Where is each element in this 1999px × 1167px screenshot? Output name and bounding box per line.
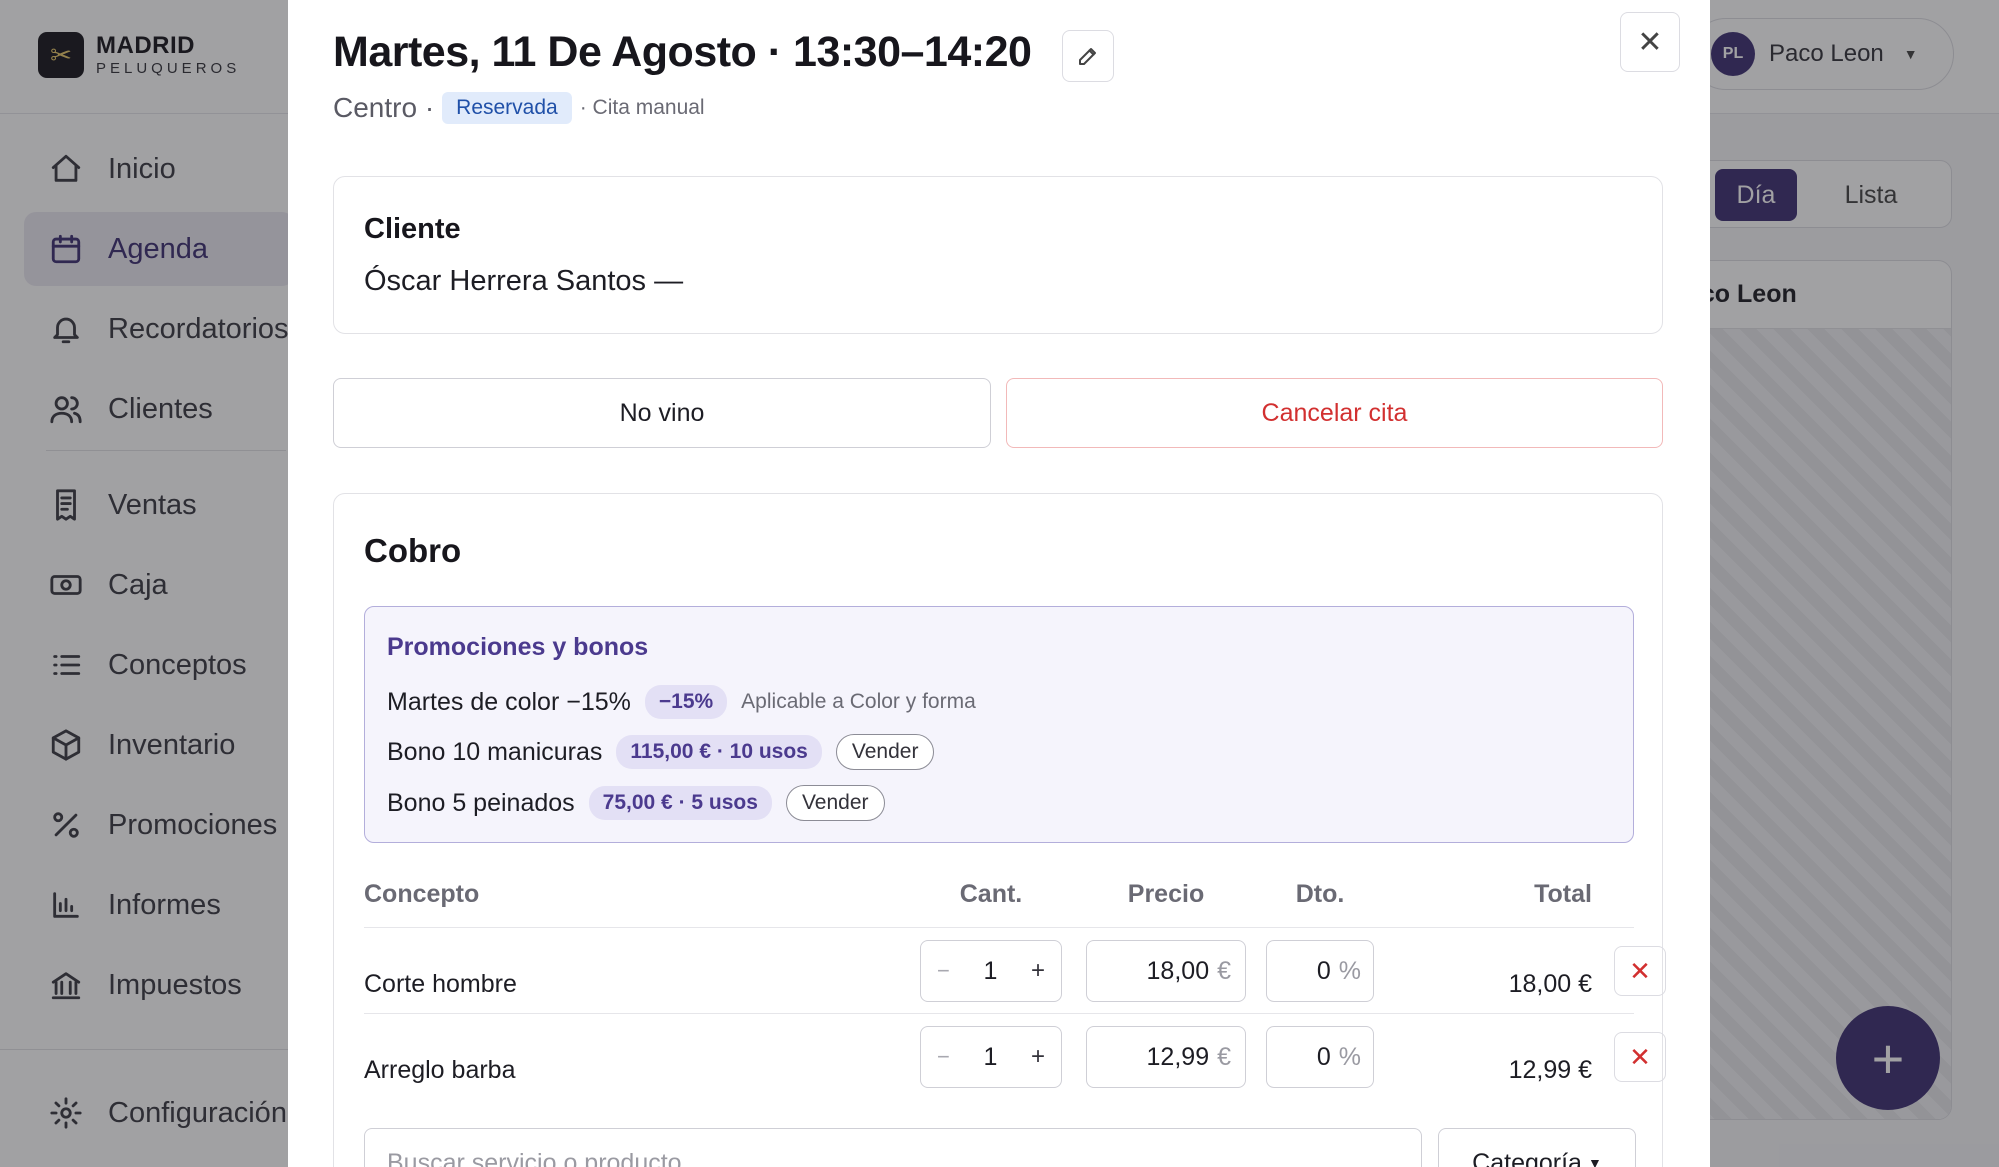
location-label: Centro · [333,92,435,123]
promo-item[interactable]: Martes de color −15% −15% Aplicable a Co… [387,685,976,719]
minus-icon[interactable]: − [937,1044,950,1070]
promo-name: Martes de color −15% [387,687,631,716]
promo-pill: −15% [644,685,728,719]
quantity-stepper[interactable]: − 1 + [920,1026,1062,1088]
caret-down-icon: ▼ [1587,1155,1602,1167]
column-total: Total [1534,880,1592,908]
cancel-appointment-button[interactable]: Cancelar cita [1006,378,1663,448]
edit-button[interactable] [1062,30,1114,82]
discount-input[interactable]: 0 % [1266,1026,1374,1088]
payment-heading: Cobro [364,532,462,569]
voucher-item: Bono 10 manicuras 115,00 € · 10 usos Ven… [387,734,935,770]
category-label: Categoría [1472,1148,1582,1167]
column-discount: Dto. [1295,880,1345,908]
plus-icon[interactable]: + [1031,957,1045,985]
pencil-icon [1079,48,1096,65]
appointment-modal: Martes, 11 De Agosto · 13:30–14:20 ✕ Cen… [288,0,1710,1167]
percent-unit: % [1338,1042,1361,1071]
close-button[interactable]: ✕ [1620,12,1680,72]
appointment-meta: Centro · Reservada · Cita manual [333,92,705,124]
minus-icon[interactable]: − [937,958,950,984]
close-icon: ✕ [1629,955,1651,986]
voucher-name: Bono 10 manicuras [387,737,603,766]
client-name[interactable]: Óscar Herrera Santos — [364,265,683,298]
line-concept: Arreglo barba [364,1056,516,1084]
voucher-name: Bono 5 peinados [387,788,575,817]
price-input[interactable]: 18,00 € [1086,940,1246,1002]
remove-line-button[interactable]: ✕ [1614,946,1666,996]
promo-note: Aplicable a Color y forma [741,690,976,713]
percent-unit: % [1338,956,1361,985]
discount-value: 0 [1316,956,1331,985]
close-icon: ✕ [1637,25,1663,59]
status-badge: Reservada [442,92,572,124]
client-card: Cliente Óscar Herrera Santos — [333,176,1663,334]
column-qty: Cant. [959,880,1023,908]
quantity-value: 1 [983,1042,998,1071]
quantity-value: 1 [983,956,998,985]
price-value: 12,99 [1146,1042,1210,1071]
divider [364,927,1634,928]
quantity-stepper[interactable]: − 1 + [920,940,1062,1002]
voucher-pill: 115,00 € · 10 usos [616,735,822,769]
client-heading: Cliente [364,213,461,245]
promotions-panel: Promociones y bonos Martes de color −15%… [364,606,1634,843]
category-dropdown[interactable]: Categoría ▼ [1438,1128,1636,1167]
sell-voucher-button[interactable]: Vender [835,734,935,770]
payment-card: Cobro Promociones y bonos Martes de colo… [333,493,1666,1167]
no-show-button[interactable]: No vino [333,378,991,448]
discount-input[interactable]: 0 % [1266,940,1374,1002]
close-icon: ✕ [1629,1041,1651,1072]
currency-unit: € [1217,1042,1231,1071]
currency-unit: € [1217,956,1231,985]
line-total: 12,99 € [1508,1056,1592,1084]
price-value: 18,00 [1146,956,1210,985]
discount-value: 0 [1316,1042,1331,1071]
remove-line-button[interactable]: ✕ [1614,1032,1666,1082]
divider [364,1013,1634,1014]
line-total: 18,00 € [1508,970,1592,998]
voucher-item: Bono 5 peinados 75,00 € · 5 usos Vender [387,785,885,821]
source-label: · Cita manual [579,96,705,119]
column-price: Precio [1127,880,1205,908]
sell-voucher-button[interactable]: Vender [785,785,885,821]
voucher-pill: 75,00 € · 5 usos [588,786,772,820]
plus-icon[interactable]: + [1031,1043,1045,1071]
column-concept: Concepto [364,880,480,908]
line-concept: Corte hombre [364,970,517,998]
promotions-heading: Promociones y bonos [387,633,649,661]
modal-title: Martes, 11 De Agosto · 13:30–14:20 [333,28,1032,76]
price-input[interactable]: 12,99 € [1086,1026,1246,1088]
search-input[interactable] [364,1128,1422,1167]
